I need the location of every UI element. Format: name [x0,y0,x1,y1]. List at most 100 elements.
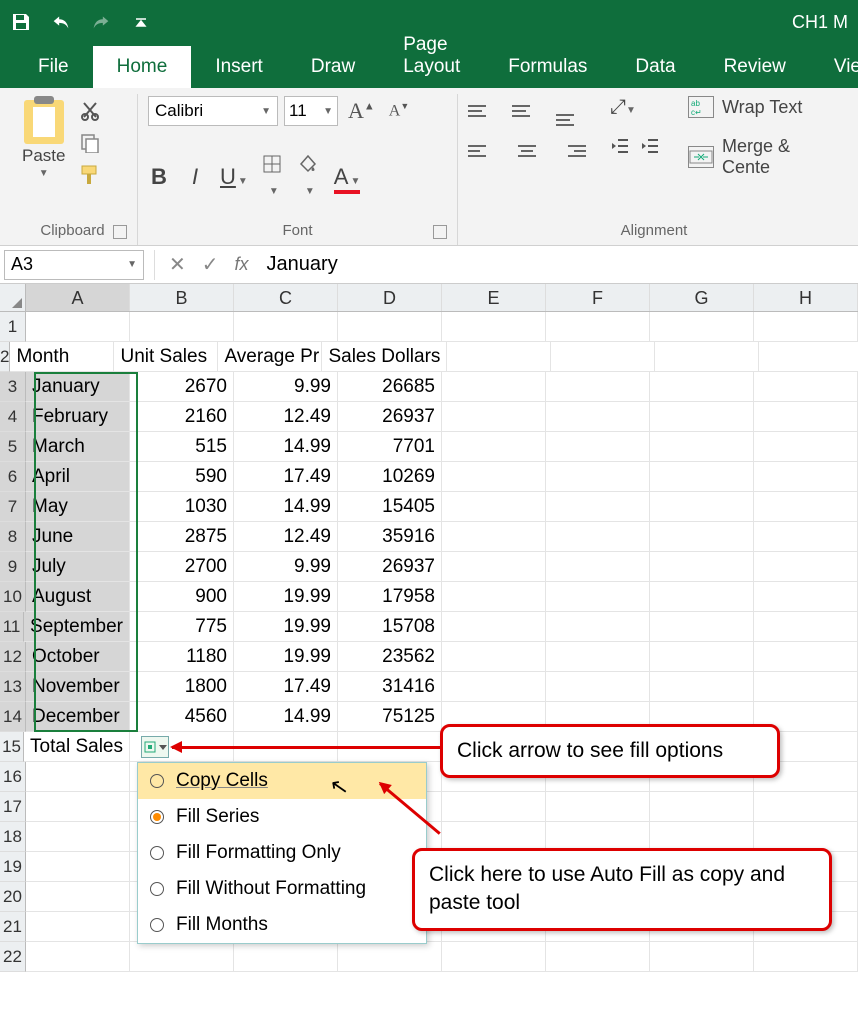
cell[interactable] [26,792,130,822]
fx-icon[interactable]: fx [227,254,257,275]
cell[interactable] [546,492,650,522]
cell[interactable]: October [26,642,130,672]
cell[interactable] [442,672,546,702]
tab-formulas[interactable]: Formulas [484,46,611,88]
formula-input[interactable]: January [257,253,858,276]
save-icon[interactable] [10,11,32,33]
row-header[interactable]: 19 [0,852,26,882]
row-header[interactable]: 14 [0,702,26,732]
cell[interactable] [442,432,546,462]
row-header[interactable]: 20 [0,882,26,912]
cell[interactable] [754,582,858,612]
cell[interactable] [650,642,754,672]
name-box[interactable]: A3▼ [4,250,144,280]
cell[interactable] [754,792,858,822]
cell[interactable] [338,942,442,972]
cell[interactable] [754,402,858,432]
autofill-fill-formatting-only[interactable]: Fill Formatting Only [138,835,426,871]
font-name-combo[interactable]: Calibri▼ [148,96,278,126]
wrap-text-button[interactable]: abc↵ Wrap Text [688,96,840,118]
row-header[interactable]: 12 [0,642,26,672]
cell[interactable] [442,492,546,522]
italic-button[interactable]: I [184,164,206,190]
cell[interactable] [759,342,858,372]
align-bottom-icon[interactable] [556,96,586,126]
row-header[interactable]: 6 [0,462,26,492]
font-size-combo[interactable]: 11▼ [284,96,338,126]
increase-indent-icon[interactable] [640,137,660,155]
cell[interactable] [546,372,650,402]
cell[interactable]: 2700 [130,552,234,582]
align-top-icon[interactable] [468,96,498,126]
cell[interactable] [650,582,754,612]
cell[interactable]: 4560 [130,702,234,732]
cell[interactable]: 17.49 [234,672,338,702]
align-middle-icon[interactable] [512,96,542,126]
format-painter-icon[interactable] [79,164,101,186]
cell[interactable]: 2875 [130,522,234,552]
cell[interactable] [26,312,130,342]
copy-icon[interactable] [79,132,101,154]
cell[interactable] [546,312,650,342]
enter-icon[interactable]: ✓ [194,252,227,277]
row-header[interactable]: 2 [0,342,10,372]
cell[interactable] [754,492,858,522]
cell[interactable] [546,582,650,612]
cell[interactable] [650,372,754,402]
cell[interactable]: 17.49 [234,462,338,492]
cell[interactable] [546,522,650,552]
tab-page-layout[interactable]: Page Layout [379,24,484,88]
font-color-button[interactable]: A▼ [334,164,361,190]
row-header[interactable]: 8 [0,522,26,552]
cell[interactable]: 10269 [338,462,442,492]
cell[interactable] [130,942,234,972]
cell[interactable]: 515 [130,432,234,462]
col-header[interactable]: G [650,284,754,311]
col-header[interactable]: H [754,284,858,311]
cell[interactable]: 9.99 [234,552,338,582]
align-right-icon[interactable] [556,136,586,166]
cancel-icon[interactable]: ✕ [161,252,194,277]
cell[interactable]: Sales Dollars [322,342,447,372]
cell[interactable] [754,552,858,582]
cell[interactable] [442,612,546,642]
cell[interactable]: May [26,492,130,522]
cell[interactable] [338,312,442,342]
borders-button[interactable]: ▼ [262,154,284,200]
cell[interactable]: August [26,582,130,612]
row-header[interactable]: 7 [0,492,26,522]
cell[interactable]: November [26,672,130,702]
align-center-icon[interactable] [512,136,542,166]
dialog-launcher-icon[interactable] [433,225,447,239]
redo-icon[interactable] [90,11,112,33]
cell[interactable]: 35916 [338,522,442,552]
cell[interactable] [26,762,130,792]
cell[interactable]: March [26,432,130,462]
dialog-launcher-icon[interactable] [113,225,127,239]
cell[interactable]: 590 [130,462,234,492]
tab-draw[interactable]: Draw [287,46,379,88]
cell[interactable]: January [26,372,130,402]
autofill-fill-without-formatting[interactable]: Fill Without Formatting [138,871,426,907]
cell[interactable] [546,942,650,972]
cell[interactable] [26,942,130,972]
cell[interactable] [234,312,338,342]
cell[interactable] [754,612,858,642]
row-header[interactable]: 21 [0,912,26,942]
cell[interactable] [650,552,754,582]
cell[interactable]: 1800 [130,672,234,702]
cell[interactable] [650,612,754,642]
cell[interactable]: 1030 [130,492,234,522]
cell[interactable]: 9.99 [234,372,338,402]
cell[interactable] [754,522,858,552]
cell[interactable] [546,432,650,462]
row-header[interactable]: 5 [0,432,26,462]
cell[interactable]: 15405 [338,492,442,522]
cell[interactable]: Unit Sales [114,342,218,372]
cell[interactable]: July [26,552,130,582]
cell[interactable] [546,552,650,582]
merge-center-button[interactable]: Merge & Cente [688,136,840,178]
cell[interactable]: 19.99 [234,612,338,642]
cell[interactable] [442,312,546,342]
cell[interactable] [650,792,754,822]
